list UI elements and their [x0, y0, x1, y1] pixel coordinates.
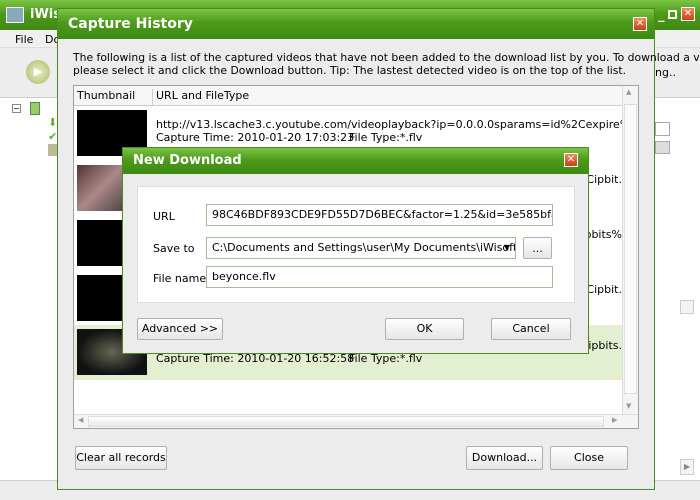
chevron-down-icon[interactable]: ▼: [504, 238, 510, 258]
url-input[interactable]: 98C46BDF893CDE9FD55D7D6BEC&factor=1.25&i…: [206, 204, 553, 226]
app-icon: [6, 7, 24, 23]
new-download-title-bar: New Download ✕: [123, 148, 588, 174]
file-name-input[interactable]: beyonce.flv: [206, 266, 553, 288]
vertical-scrollbar[interactable]: ▲ ▼: [622, 86, 638, 414]
collapse-icon[interactable]: −: [12, 104, 21, 113]
list-header: Thumbnail URL and FileType: [74, 86, 623, 106]
capture-history-title: Capture History: [68, 16, 193, 32]
video-url: http://v13.lscache3.c.youtube.com/videop…: [156, 118, 622, 131]
status-fragment: ing..: [652, 66, 677, 79]
capture-history-close-icon[interactable]: ✕: [633, 17, 647, 31]
scroll-thumb[interactable]: [624, 104, 637, 394]
download-button[interactable]: Download...: [466, 446, 543, 470]
clear-all-records-button[interactable]: Clear all records: [75, 446, 167, 470]
advanced-button[interactable]: Advanced >>: [137, 318, 223, 340]
scroll-left-icon[interactable]: ◀: [78, 416, 83, 424]
maximize-icon[interactable]: [668, 10, 677, 19]
right-panel-button[interactable]: [655, 141, 670, 154]
save-to-value: C:\Documents and Settings\user\My Docume…: [212, 241, 516, 254]
cancel-button[interactable]: Cancel: [491, 318, 571, 340]
new-download-close-icon[interactable]: ✕: [564, 153, 578, 167]
column-url-filetype[interactable]: URL and FileType: [156, 89, 249, 102]
scroll-up-icon[interactable]: ▲: [626, 88, 631, 96]
save-to-label: Save to: [153, 242, 195, 255]
tree-panel: − ⬇ ✔: [8, 100, 58, 160]
column-thumbnail[interactable]: Thumbnail: [77, 89, 153, 106]
right-panel-field[interactable]: [655, 122, 670, 136]
new-download-title: New Download: [133, 153, 242, 168]
menu-file[interactable]: File: [15, 33, 33, 46]
play-icon[interactable]: ▶: [26, 60, 50, 84]
description-line-2: please select it and click the Download …: [73, 64, 627, 77]
video-url: pbits%: [584, 228, 622, 241]
minimize-icon[interactable]: _: [658, 8, 665, 23]
main-close-icon[interactable]: ✕: [681, 7, 695, 21]
new-download-dialog: New Download ✕ URL 98C46BDF893CDE9FD55D7…: [122, 147, 589, 354]
scroll-down-icon[interactable]: ▼: [626, 402, 631, 410]
horizontal-scrollbar[interactable]: ◀ ▶: [74, 414, 638, 428]
folder-icon: [30, 102, 40, 115]
capture-history-title-bar: Capture History ✕: [58, 9, 654, 39]
scroll-right-icon[interactable]: ▶: [612, 416, 617, 424]
main-scroll-right-bottom[interactable]: ▶: [680, 459, 694, 475]
capture-time: Capture Time: 2010-01-20 17:03:23: [156, 131, 355, 144]
browse-button[interactable]: ...: [523, 237, 552, 259]
ok-button[interactable]: OK: [385, 318, 464, 340]
main-scroll-right[interactable]: [680, 300, 694, 314]
save-to-combo[interactable]: C:\Documents and Settings\user\My Docume…: [206, 237, 516, 259]
url-label: URL: [153, 210, 175, 223]
file-type: File Type:*.flv: [349, 131, 423, 144]
close-button[interactable]: Close: [550, 446, 628, 470]
description-line-1: The following is a list of the captured …: [73, 51, 700, 64]
download-arrow-icon: ⬇: [48, 116, 58, 129]
h-scroll-thumb[interactable]: [88, 416, 604, 427]
file-name-label: File name: [153, 272, 207, 285]
check-icon: ✔: [48, 130, 58, 143]
